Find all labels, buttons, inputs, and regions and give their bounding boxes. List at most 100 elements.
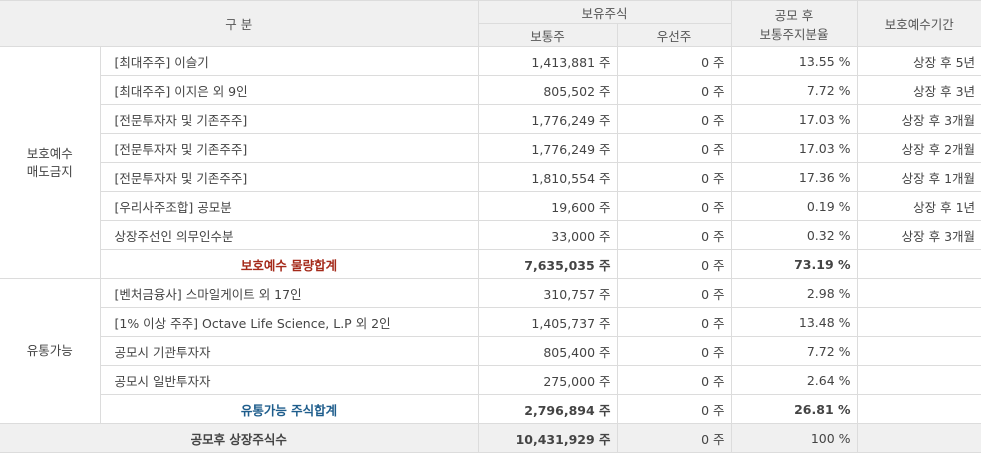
header-ratio-line1: 공모 후 [774, 7, 814, 23]
ownership-ratio: 17.36 % [730, 162, 858, 192]
common-shares: 1,413,881 주 [477, 46, 618, 76]
table-row: [전문투자자 및 기존주주] 1,776,249 주0 주 17.03 % 상장 후 … [0, 133, 981, 163]
subtotal-row: 유통가능 주식합계 2,796,894 주0 주 26.81 % [0, 394, 981, 424]
table-row: [최대주주] 이지은 외 9인 805,502 주0 주 7.72 % 상장 후 3년 [0, 75, 981, 105]
holder-name: 공모시 일반투자자 [99, 365, 479, 395]
subtotal-common: 2,796,894 주 [477, 394, 618, 424]
total-label: 공모후 상장주식수 [0, 423, 479, 453]
preferred-shares: 0 주 [616, 75, 732, 105]
total-preferred: 0 주 [616, 423, 732, 453]
preferred-shares: 0 주 [616, 162, 732, 192]
header-preferred: 우선주 [616, 23, 732, 47]
subtotal-preferred: 0 주 [616, 249, 732, 279]
common-shares: 1,776,249 주 [477, 133, 618, 163]
ownership-ratio: 2.98 % [730, 278, 858, 308]
subtotal-label: 보호예수 물량합계 [99, 249, 479, 279]
lockup-period: 상장 후 3년 [856, 75, 981, 105]
common-shares: 310,757 주 [477, 278, 618, 308]
header-ratio: 공모 후 보통주지분율 [730, 0, 858, 47]
ownership-ratio: 17.03 % [730, 133, 858, 163]
lockup-period: 상장 후 1개월 [856, 162, 981, 192]
subtotal-preferred: 0 주 [616, 394, 732, 424]
ownership-ratio: 2.64 % [730, 365, 858, 395]
lockup-period: 상장 후 2개월 [856, 133, 981, 163]
subtotal-common: 7,635,035 주 [477, 249, 618, 279]
common-shares: 275,000 주 [477, 365, 618, 395]
holder-name: [최대주주] 이지은 외 9인 [99, 75, 479, 105]
holder-name: [최대주주] 이슬기 [99, 46, 479, 76]
group-label: 유통가능 [0, 278, 101, 424]
table-body: 보호예수 매도금지 [최대주주] 이슬기 1,413,881 주0 주 13.55 % 상… [0, 46, 981, 453]
common-shares: 19,600 주 [477, 191, 618, 221]
total-ratio: 100 % [730, 423, 858, 453]
table-row: 상장주선인 의무인수분 33,000 주0 주 0.32 % 상장 후 3개월 [0, 220, 981, 250]
ownership-ratio: 17.03 % [730, 104, 858, 134]
preferred-shares: 0 주 [616, 336, 732, 366]
lockup-shares-table: 구 분 보유주식 공모 후 보통주지분율 보호예수기간 보통주 우선주 보호예수… [0, 0, 981, 453]
ownership-ratio: 7.72 % [730, 336, 858, 366]
common-shares: 1,405,737 주 [477, 307, 618, 337]
subtotal-ratio: 73.19 % [730, 249, 858, 279]
subtotal-period [856, 249, 981, 279]
common-shares: 805,502 주 [477, 75, 618, 105]
group-label-line: 매도금지 [26, 163, 73, 179]
lockup-period: 상장 후 3개월 [856, 104, 981, 134]
group-label-line: 보호예수 [26, 145, 73, 161]
table-row: [전문투자자 및 기존주주] 1,810,554 주0 주 17.36 % 상장 후 … [0, 162, 981, 192]
table-row: [우리사주조합] 공모분 19,600 주0 주 0.19 % 상장 후 1년 [0, 191, 981, 221]
header-category: 구 분 [0, 0, 479, 47]
table-row: 보호예수 매도금지 [최대주주] 이슬기 1,413,881 주0 주 13.55 % 상… [0, 46, 981, 279]
lockup-period: 상장 후 5년 [856, 46, 981, 76]
holder-name: [전문투자자 및 기존주주] [99, 162, 479, 192]
ownership-ratio: 13.55 % [730, 46, 858, 76]
table-row: 공모시 기관투자자 805,400 주0 주 7.72 % [0, 336, 981, 366]
header-lockup-period: 보호예수기간 [856, 0, 981, 47]
total-common: 10,431,929 주 [477, 423, 618, 453]
lockup-period [856, 307, 981, 337]
preferred-shares: 0 주 [616, 307, 732, 337]
holder-name: 상장주선인 의무인수분 [99, 220, 479, 250]
subtotal-ratio: 26.81 % [730, 394, 858, 424]
total-row: 공모후 상장주식수 10,431,929 주0 주 100 % [0, 423, 981, 453]
common-shares: 1,810,554 주 [477, 162, 618, 192]
ownership-ratio: 0.32 % [730, 220, 858, 250]
total-period [856, 423, 981, 453]
holder-name: [1% 이상 주주] Octave Life Science, L.P 외 2인 [99, 307, 479, 337]
common-shares: 33,000 주 [477, 220, 618, 250]
header-held-shares: 보유주식 [477, 0, 732, 24]
holder-name: [전문투자자 및 기존주주] [99, 133, 479, 163]
preferred-shares: 0 주 [616, 191, 732, 221]
subtotal-period [856, 394, 981, 424]
lockup-period: 상장 후 3개월 [856, 220, 981, 250]
lockup-period: 상장 후 1년 [856, 191, 981, 221]
group-label-line: 유통가능 [26, 343, 73, 358]
holder-name: [우리사주조합] 공모분 [99, 191, 479, 221]
table-row: 유통가능 [벤처금융사] 스마일게이트 외 17인 310,757 주0 주 2.98… [0, 278, 981, 424]
table-header: 구 분 보유주식 공모 후 보통주지분율 보호예수기간 보통주 우선주 [0, 0, 981, 47]
lockup-period [856, 278, 981, 308]
table-row: [전문투자자 및 기존주주] 1,776,249 주0 주 17.03 % 상장 후 … [0, 104, 981, 134]
preferred-shares: 0 주 [616, 104, 732, 134]
holder-name: [전문투자자 및 기존주주] [99, 104, 479, 134]
table-row: [1% 이상 주주] Octave Life Science, L.P 외 2인… [0, 307, 981, 337]
common-shares: 1,776,249 주 [477, 104, 618, 134]
lockup-period [856, 365, 981, 395]
header-common: 보통주 [477, 23, 618, 47]
table-row: 공모시 일반투자자 275,000 주0 주 2.64 % [0, 365, 981, 395]
preferred-shares: 0 주 [616, 46, 732, 76]
header-ratio-line2: 보통주지분율 [759, 26, 829, 42]
preferred-shares: 0 주 [616, 278, 732, 308]
holder-name: 공모시 기관투자자 [99, 336, 479, 366]
common-shares: 805,400 주 [477, 336, 618, 366]
ownership-ratio: 13.48 % [730, 307, 858, 337]
preferred-shares: 0 주 [616, 133, 732, 163]
ownership-ratio: 7.72 % [730, 75, 858, 105]
ownership-ratio: 0.19 % [730, 191, 858, 221]
lockup-period [856, 336, 981, 366]
preferred-shares: 0 주 [616, 365, 732, 395]
holder-name: [벤처금융사] 스마일게이트 외 17인 [99, 278, 479, 308]
preferred-shares: 0 주 [616, 220, 732, 250]
subtotal-label: 유통가능 주식합계 [99, 394, 479, 424]
subtotal-row: 보호예수 물량합계 7,635,035 주0 주 73.19 % [0, 249, 981, 279]
group-label: 보호예수매도금지 [0, 46, 101, 279]
